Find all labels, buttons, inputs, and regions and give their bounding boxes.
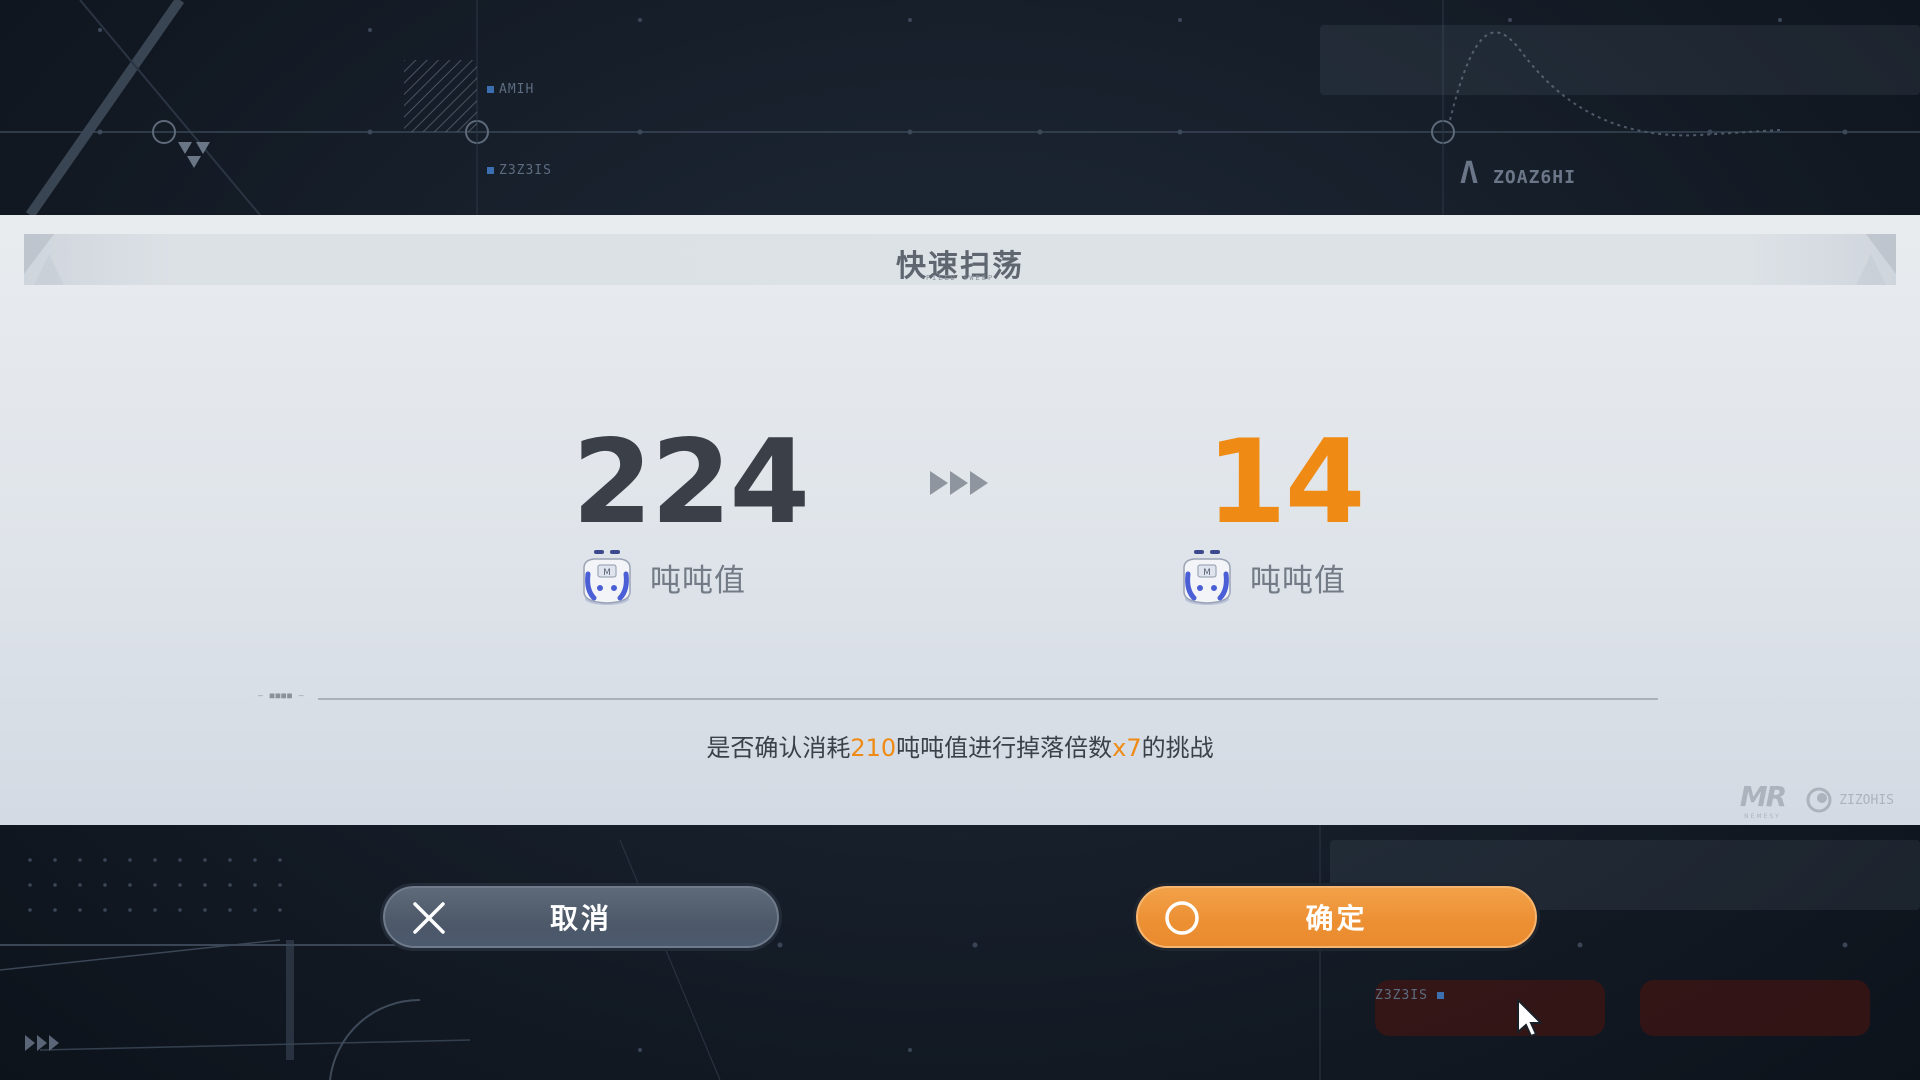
current-currency: M 吨吨值: [576, 545, 746, 609]
background-label: Z3Z3IS: [1375, 988, 1449, 1003]
circle-icon: [1165, 901, 1199, 935]
triple-chevron-right-icon: [930, 471, 988, 495]
cancel-button[interactable]: 取消: [380, 883, 782, 951]
tonton-robot-icon: M: [1183, 550, 1231, 605]
current-value: 224: [572, 415, 810, 550]
divider-tag: — ■■■■ —: [258, 691, 305, 700]
studio-logo: ZIZOHIS: [1805, 786, 1894, 814]
background-label: AMIH: [487, 82, 534, 97]
dialog-title-subtext: FIELD SWEEP: [925, 274, 995, 282]
divider-line: [318, 698, 1658, 700]
mouse-cursor-icon: [1517, 998, 1542, 1038]
svg-text:M: M: [603, 568, 611, 578]
message-cost: 210: [850, 734, 897, 762]
message-multiplier: x7: [1112, 734, 1142, 762]
studio-emblem-icon: [1806, 787, 1832, 813]
background-button-shadow: [1640, 980, 1870, 1036]
message-prefix: 是否确认消耗: [706, 734, 851, 762]
game-screen: AMIH Z3Z3IS Λ ZOAZ6HI Z3Z3IS 快速扫荡 FIELD S…: [0, 0, 1920, 1080]
mr-logo: MR NEMESY: [1739, 780, 1787, 820]
dialog-title-bar: 快速扫荡 FIELD SWEEP: [24, 234, 1896, 285]
message-middle: 吨吨值进行掉落倍数: [896, 734, 1113, 762]
confirm-button[interactable]: 确定: [1133, 883, 1540, 951]
result-currency: M 吨吨值: [1176, 545, 1346, 609]
current-currency-label: 吨吨值: [650, 562, 746, 599]
close-x-icon: [413, 902, 445, 934]
quick-sweep-dialog: 快速扫荡 FIELD SWEEP 224 M 吨吨值 14 M 吨吨值 — ■■…: [0, 215, 1920, 825]
background-panel: [1320, 25, 1920, 95]
background-label: Λ ZOAZ6HI: [1460, 156, 1576, 191]
publisher-logos: MR NEMESY ZIZOHIS: [1740, 780, 1894, 820]
background-label: Z3Z3IS: [487, 163, 552, 178]
result-value: 14: [1206, 415, 1365, 550]
confirm-message: 是否确认消耗210吨吨值进行掉落倍数x7的挑战: [0, 728, 1920, 763]
message-suffix: 的挑战: [1141, 734, 1214, 762]
svg-text:M: M: [1203, 568, 1211, 578]
result-currency-label: 吨吨值: [1250, 562, 1346, 599]
tonton-robot-icon: M: [583, 550, 631, 605]
